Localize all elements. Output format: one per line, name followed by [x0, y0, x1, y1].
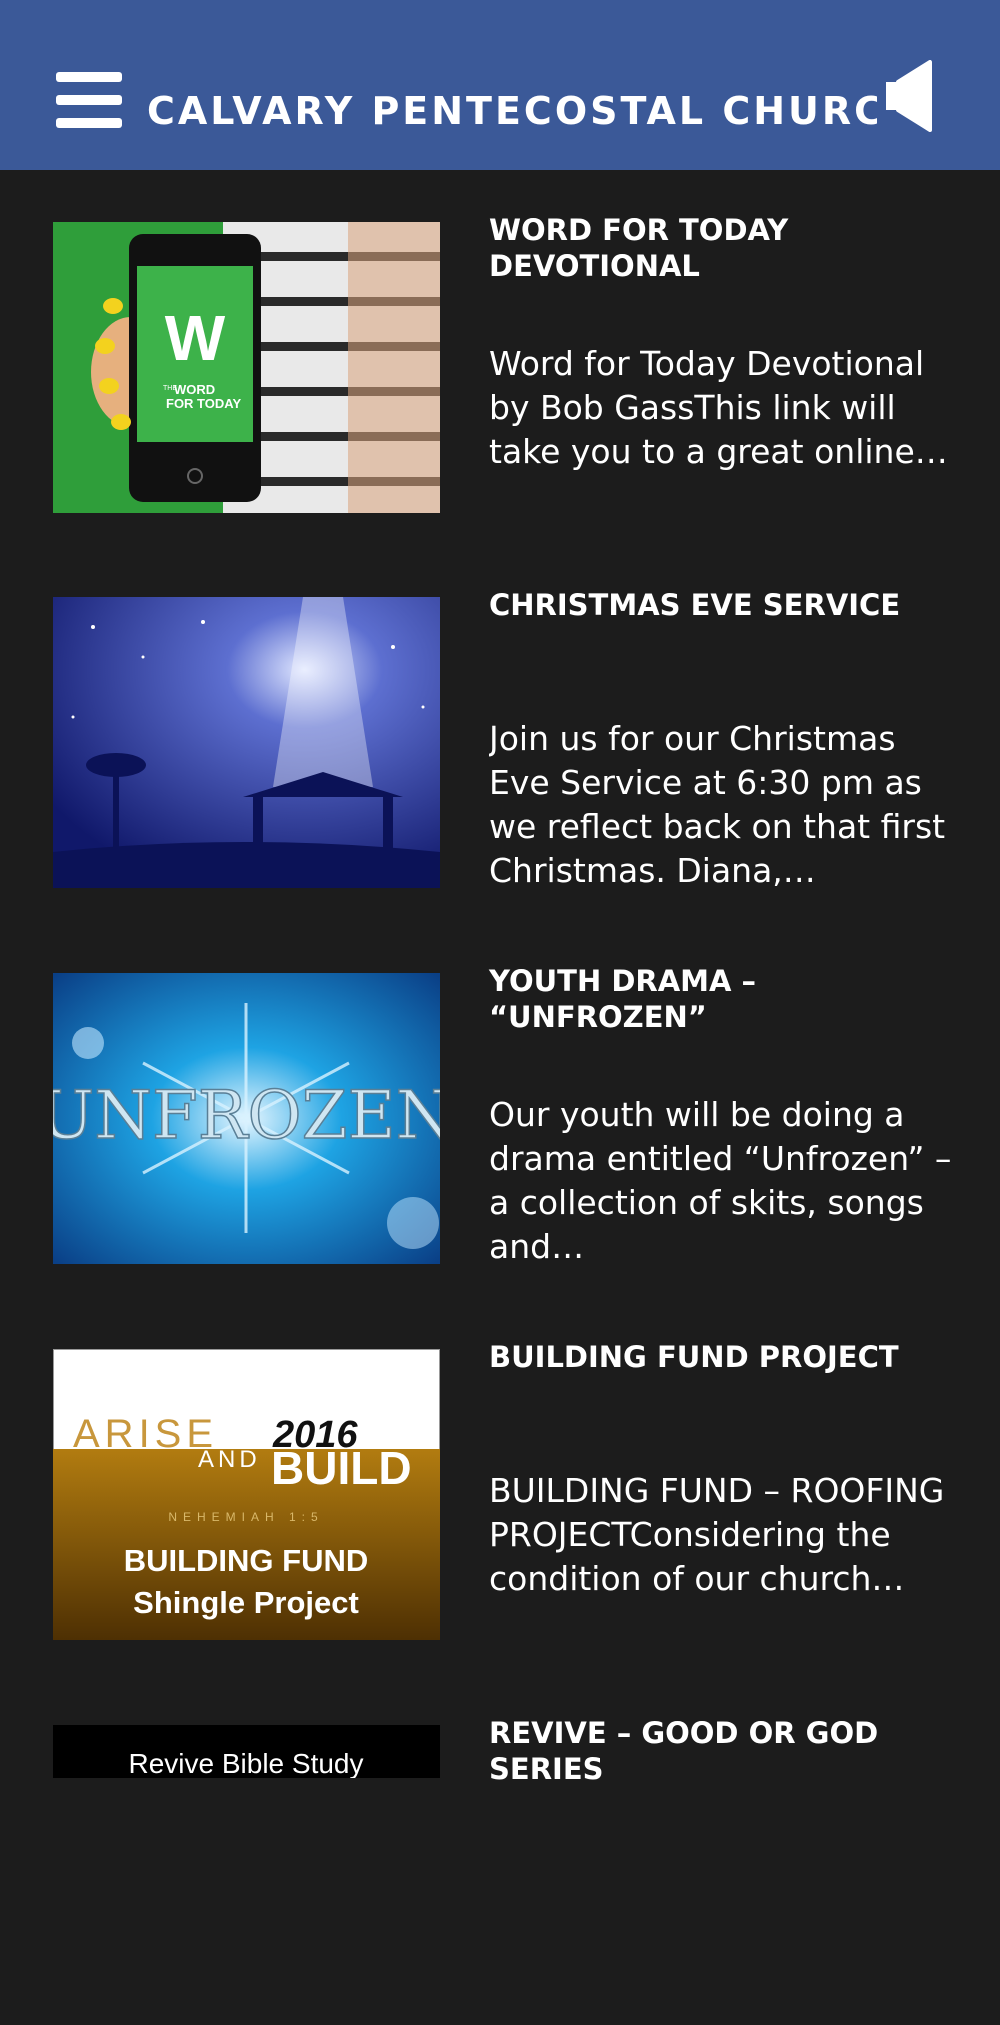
post-excerpt: Word for Today Devotional by Bob GassThi… — [489, 344, 948, 471]
image-text-fund: BUILDING FUND — [124, 1543, 369, 1578]
post-item-christmas-eve: CHRISTMAS EVE SERVICE Join us for our Ch… — [0, 588, 1000, 897]
image-text-word: WORD — [174, 382, 215, 397]
post-thumbnail[interactable] — [53, 597, 440, 888]
word-for-today-w: W — [165, 302, 226, 374]
post-title[interactable]: YOUTH DRAMA – “UNFROZEN” — [489, 963, 959, 1035]
post-item-word-for-today: W THE WORD FOR TODAY WORD FOR TODAY DEVO… — [0, 213, 1000, 522]
post-title[interactable]: REVIVE – GOOD OR GOD SERIES — [489, 1715, 959, 1787]
post-excerpt: BUILDING FUND – ROOFING PROJECTConsideri… — [489, 1471, 945, 1598]
post-title[interactable]: BUILDING FUND PROJECT — [489, 1339, 959, 1375]
image-text-ref: NEHEMIAH 1:5 — [168, 1510, 323, 1524]
image-text-and: AND — [198, 1446, 261, 1473]
post-excerpt: Join us for our Christmas Eve Service at… — [489, 719, 946, 890]
post-item-revive: Revive Bible Study REVIVE – GOOD OR GOD … — [0, 1716, 1000, 2025]
unfrozen-title: UNFROZEN — [53, 1077, 440, 1154]
hamburger-menu-icon[interactable] — [56, 72, 122, 128]
site-title[interactable]: CALVARY PENTECOSTAL CHURCH — [147, 86, 877, 136]
image-text-revive: Revive Bible Study — [128, 1748, 363, 1778]
app-header: CALVARY PENTECOSTAL CHURCH — [0, 0, 1000, 170]
post-title[interactable]: CHRISTMAS EVE SERVICE — [489, 587, 959, 623]
speaker-icon[interactable] — [886, 60, 936, 132]
image-text-for-today: FOR TODAY — [166, 396, 241, 411]
post-thumbnail[interactable]: UNFROZEN — [53, 973, 440, 1264]
post-thumbnail[interactable]: Revive Bible Study — [53, 1725, 440, 1778]
image-text-build: BUILD — [271, 1442, 412, 1494]
image-text-shingle: Shingle Project — [133, 1585, 359, 1620]
post-thumbnail[interactable]: ARISE 2016 AND BUILD NEHEMIAH 1:5 BUILDI… — [53, 1349, 440, 1640]
post-title[interactable]: WORD FOR TODAY DEVOTIONAL — [489, 212, 959, 284]
post-item-building-fund: ARISE 2016 AND BUILD NEHEMIAH 1:5 BUILDI… — [0, 1340, 1000, 1649]
post-item-youth-drama: UNFROZEN YOUTH DRAMA – “UNFROZEN” Our yo… — [0, 964, 1000, 1273]
post-excerpt: Our youth will be doing a drama entitled… — [489, 1095, 952, 1266]
image-text-arise: ARISE — [73, 1412, 218, 1456]
post-thumbnail[interactable]: W THE WORD FOR TODAY — [53, 222, 440, 513]
